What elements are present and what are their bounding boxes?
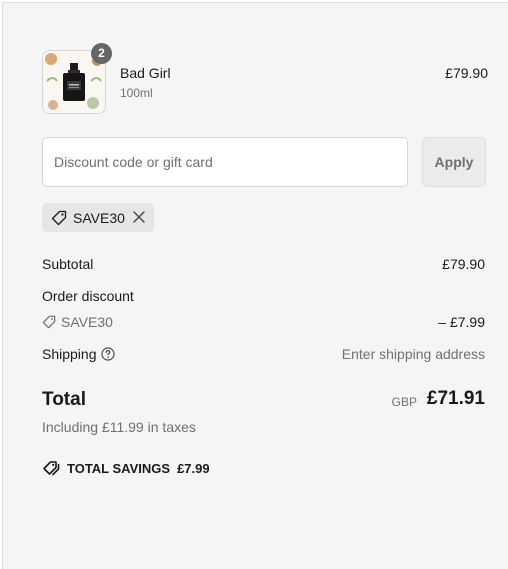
product-price: £79.90 <box>445 65 488 81</box>
shipping-label: Shipping <box>42 346 97 362</box>
discount-code-input[interactable] <box>42 137 408 187</box>
product-variant: 100ml <box>120 86 153 100</box>
quantity-badge: 2 <box>91 43 112 64</box>
taxes-note: Including £11.99 in taxes <box>42 419 196 435</box>
tag-icon <box>51 210 67 225</box>
tag-icon <box>42 315 56 329</box>
currency-code: GBP <box>391 395 417 409</box>
apply-button[interactable]: Apply <box>422 137 486 187</box>
order-discount-label: Order discount <box>42 288 134 304</box>
product-name: Bad Girl <box>120 65 171 81</box>
discount-code-row: SAVE30 <box>42 314 113 330</box>
total-savings-label: TOTAL SAVINGS <box>67 460 171 476</box>
total-label: Total <box>42 389 86 410</box>
order-summary-panel: 2 Bad Girl 100ml £79.90 Apply SAVE30 Sub… <box>2 2 508 569</box>
total-value: £71.91 <box>426 388 485 409</box>
discount-value: – £7.99 <box>438 314 485 330</box>
tags-icon <box>43 461 60 476</box>
line-item: 2 Bad Girl 100ml £79.90 <box>42 43 488 114</box>
subtotal-label: Subtotal <box>42 256 94 272</box>
discount-code-text: SAVE30 <box>61 314 113 330</box>
close-icon[interactable] <box>132 210 146 224</box>
total-savings: TOTAL SAVINGS £7.99 <box>42 460 210 476</box>
help-icon[interactable] <box>101 347 115 361</box>
applied-discount-code: SAVE30 <box>73 209 125 226</box>
applied-discount-chip: SAVE30 <box>42 203 154 232</box>
total-savings-value: £7.99 <box>177 460 210 476</box>
shipping-value: Enter shipping address <box>341 346 485 362</box>
subtotal-value: £79.90 <box>442 256 485 272</box>
